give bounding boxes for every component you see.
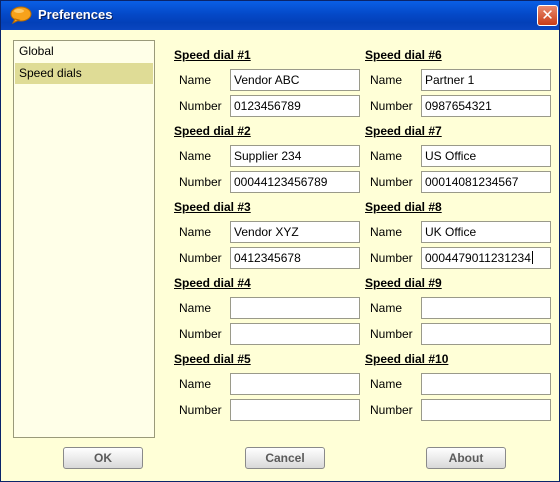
preferences-category-list: Global Speed dials	[13, 40, 155, 438]
speed-dial-2-name-field[interactable]: Supplier 234	[230, 145, 360, 167]
about-button[interactable]: About	[426, 447, 506, 469]
speed-dial-4-number-field[interactable]	[230, 323, 360, 345]
speed-dial-3-title: Speed dial #3	[174, 200, 251, 214]
speed-dial-2-number-value: 00044123456789	[234, 175, 328, 189]
ok-button[interactable]: OK	[63, 447, 143, 469]
speed-dial-9-number-field[interactable]	[421, 323, 551, 345]
speed-dial-7-number-label: Number	[370, 175, 413, 189]
speed-dial-1-title: Speed dial #1	[174, 48, 251, 62]
speed-dial-9-number-label: Number	[370, 327, 413, 341]
speed-dial-6-name-label: Name	[370, 73, 403, 87]
close-button[interactable]: ✕	[537, 5, 558, 26]
speed-dial-1-number-field[interactable]: 0123456789	[230, 95, 360, 117]
speed-dial-5-name-field[interactable]	[230, 373, 360, 395]
speed-dial-8-number-label: Number	[370, 251, 413, 265]
cancel-button[interactable]: Cancel	[245, 447, 325, 469]
speed-dial-10-name-field[interactable]	[421, 373, 551, 395]
speed-dial-8-name-value: UK Office	[425, 225, 477, 239]
speed-dial-8-number-value: 0004479011231234	[425, 251, 531, 265]
speed-dial-3-number-field[interactable]: 0412345678	[230, 247, 360, 269]
speed-dial-7-number-field[interactable]: 00014081234567	[421, 171, 551, 193]
speed-dial-7-name-value: US Office	[425, 149, 477, 163]
speed-dial-3-name-value: Vendor XYZ	[234, 225, 299, 239]
speed-dial-1-number-value: 0123456789	[234, 99, 301, 113]
speed-dial-10-name-label: Name	[370, 377, 403, 391]
speed-dial-2-name-value: Supplier 234	[234, 149, 302, 163]
speed-dial-2-number-label: Number	[179, 175, 222, 189]
speed-dial-1-name-label: Name	[179, 73, 212, 87]
speed-dial-9-name-label: Name	[370, 301, 403, 315]
speed-dial-9-title: Speed dial #9	[365, 276, 442, 290]
speed-dial-8-title: Speed dial #8	[365, 200, 442, 214]
speed-dial-5-number-field[interactable]	[230, 399, 360, 421]
speed-dial-2-title: Speed dial #2	[174, 124, 251, 138]
speed-dial-10-number-label: Number	[370, 403, 413, 417]
sidebar-item-speed-dials[interactable]: Speed dials	[15, 63, 153, 84]
speed-dial-2-number-field[interactable]: 00044123456789	[230, 171, 360, 193]
speed-dial-3-name-field[interactable]: Vendor XYZ	[230, 221, 360, 243]
speed-dial-7-name-field[interactable]: US Office	[421, 145, 551, 167]
speed-dial-1-number-label: Number	[179, 99, 222, 113]
speed-dial-10-title: Speed dial #10	[365, 352, 449, 366]
speed-dial-4-name-field[interactable]	[230, 297, 360, 319]
speed-dial-6-number-value: 0987654321	[425, 99, 492, 113]
close-icon: ✕	[541, 6, 554, 24]
speed-dial-10-number-field[interactable]	[421, 399, 551, 421]
speed-dial-6-title: Speed dial #6	[365, 48, 442, 62]
speed-dial-3-number-value: 0412345678	[234, 251, 301, 265]
speed-dial-4-name-label: Name	[179, 301, 212, 315]
speed-dial-9-name-field[interactable]	[421, 297, 551, 319]
speed-dial-4-number-label: Number	[179, 327, 222, 341]
speed-dial-5-name-label: Name	[179, 377, 212, 391]
speed-dial-2-name-label: Name	[179, 149, 212, 163]
speed-dial-7-title: Speed dial #7	[365, 124, 442, 138]
speed-dial-8-name-field[interactable]: UK Office	[421, 221, 551, 243]
chat-bubble-icon	[10, 6, 32, 25]
speed-dial-6-name-field[interactable]: Partner 1	[421, 69, 551, 91]
speed-dial-4-title: Speed dial #4	[174, 276, 251, 290]
sidebar-item-global[interactable]: Global	[15, 41, 153, 62]
speed-dial-1-name-value: Vendor ABC	[234, 73, 300, 87]
speed-dial-8-number-field[interactable]: 0004479011231234	[421, 247, 551, 269]
speed-dial-7-number-value: 00014081234567	[425, 175, 519, 189]
preferences-window: Preferences ✕ Global Speed dials Speed d…	[0, 0, 560, 482]
speed-dial-1-name-field[interactable]: Vendor ABC	[230, 69, 360, 91]
speed-dial-7-name-label: Name	[370, 149, 403, 163]
speed-dial-6-name-value: Partner 1	[425, 73, 475, 87]
text-caret	[531, 251, 533, 264]
speed-dial-8-name-label: Name	[370, 225, 403, 239]
speed-dial-3-name-label: Name	[179, 225, 212, 239]
speed-dial-5-title: Speed dial #5	[174, 352, 251, 366]
speed-dial-6-number-field[interactable]: 0987654321	[421, 95, 551, 117]
speed-dial-6-number-label: Number	[370, 99, 413, 113]
speed-dial-3-number-label: Number	[179, 251, 222, 265]
speed-dial-5-number-label: Number	[179, 403, 222, 417]
window-title: Preferences	[38, 7, 113, 22]
title-bar[interactable]: Preferences ✕	[1, 1, 559, 30]
